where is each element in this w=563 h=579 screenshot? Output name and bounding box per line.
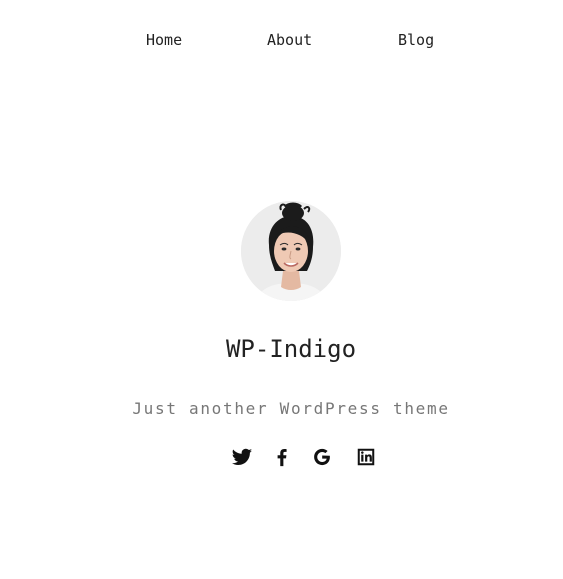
avatar-portrait-image (241, 201, 341, 301)
facebook-link[interactable] (271, 446, 293, 468)
facebook-icon (277, 449, 287, 467)
site-tagline: Just another WordPress theme (132, 399, 450, 418)
google-link[interactable] (311, 446, 333, 468)
linkedin-link[interactable] (355, 446, 377, 468)
google-icon (314, 448, 330, 466)
twitter-icon (231, 448, 253, 465)
main-navigation: Home About Blog (0, 30, 563, 50)
twitter-link[interactable] (231, 446, 253, 468)
page: Home About Blog WP-Indigo Just another W… (0, 0, 563, 579)
profile-avatar (241, 201, 341, 301)
nav-item-home[interactable]: Home (146, 30, 182, 50)
linkedin-icon (357, 448, 375, 466)
nav-item-about[interactable]: About (267, 30, 312, 50)
nav-item-blog[interactable]: Blog (398, 30, 434, 50)
social-links (0, 446, 563, 468)
site-title: WP-Indigo (225, 335, 357, 363)
